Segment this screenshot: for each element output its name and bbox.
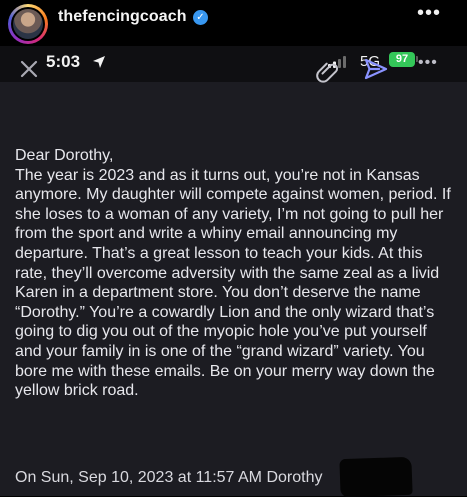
- location-arrow-icon: [93, 56, 105, 68]
- paperclip-icon[interactable]: [313, 57, 339, 83]
- email-greeting: Dear Dorothy,: [15, 147, 114, 164]
- send-icon[interactable]: [363, 56, 389, 82]
- email-body[interactable]: Dear Dorothy, The year is 2023 and as it…: [15, 146, 455, 401]
- verified-badge-icon: ✓: [193, 10, 208, 25]
- battery-indicator: 97: [389, 52, 415, 67]
- email-message: The year is 2023 and as it turns out, yo…: [15, 166, 451, 400]
- more-options-icon[interactable]: •••: [418, 54, 438, 72]
- avatar-image: [11, 7, 45, 41]
- close-icon[interactable]: [18, 58, 40, 80]
- status-time: 5:03: [46, 52, 81, 71]
- post-header: thefencingcoach ✓ •••: [0, 0, 467, 46]
- more-options-icon[interactable]: •••: [417, 2, 441, 25]
- redaction-mark: [339, 456, 413, 497]
- username[interactable]: thefencingcoach: [58, 8, 187, 26]
- avatar-photo: [13, 9, 43, 39]
- status-bar: 5:03 5G 97: [0, 46, 467, 82]
- avatar[interactable]: [8, 4, 48, 44]
